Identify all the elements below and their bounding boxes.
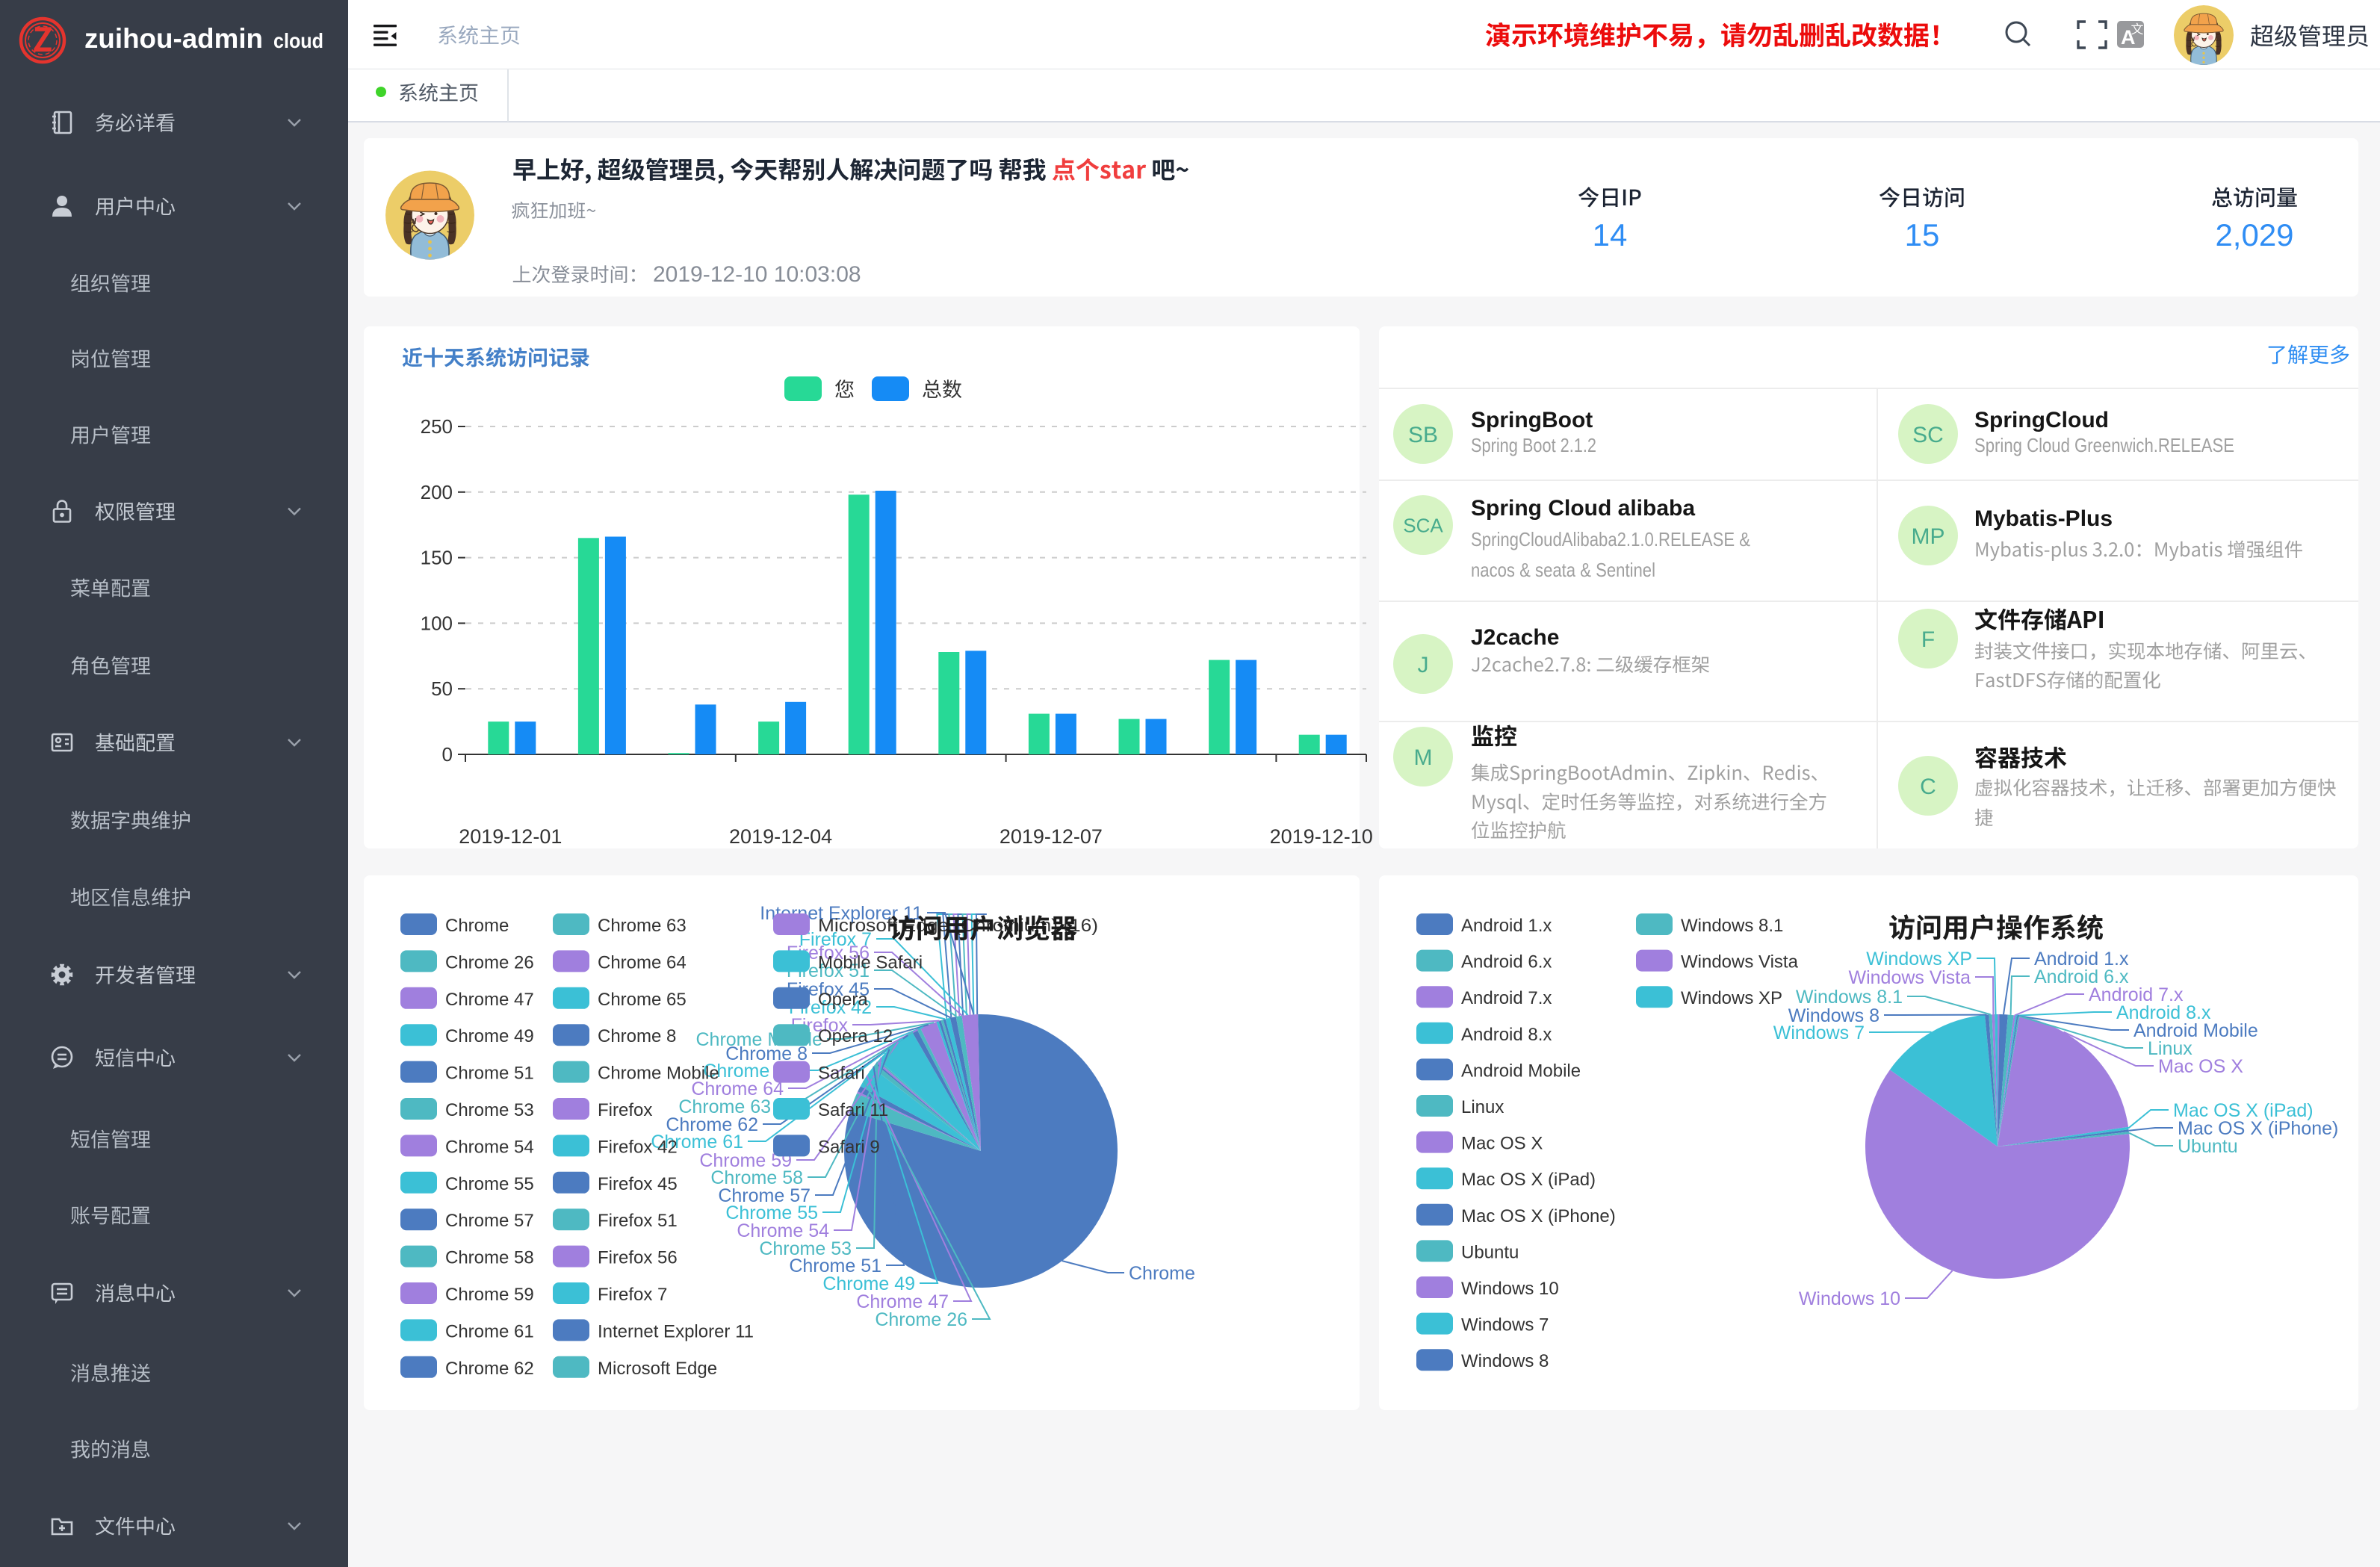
svg-text:Chrome 51: Chrome 51 [445,1064,534,1084]
svg-text:Chrome 26: Chrome 26 [875,1309,967,1330]
svg-text:Chrome 59: Chrome 59 [445,1285,534,1305]
svg-text:2,029: 2,029 [2215,217,2293,252]
svg-text:Windows XP: Windows XP [1866,949,1972,969]
svg-text:Chrome 54: Chrome 54 [445,1137,534,1157]
svg-text:Spring Cloud alibaba: Spring Cloud alibaba [1471,496,1695,521]
svg-text:Windows XP: Windows XP [1681,988,1782,1008]
svg-text:Chrome: Chrome [445,916,509,936]
svg-text:J: J [1418,653,1429,677]
svg-text:Internet Explorer 11: Internet Explorer 11 [598,1321,754,1341]
svg-text:2019-12-04: 2019-12-04 [729,825,832,848]
svg-text:Mac OS X (iPhone): Mac OS X (iPhone) [1461,1206,1616,1226]
svg-text:Opera: Opera [818,990,868,1010]
svg-text:2019-12-10: 2019-12-10 [1270,825,1373,848]
svg-text:2019-12-07: 2019-12-07 [1000,825,1103,848]
svg-text:zuihou-admin: zuihou-admin [84,23,263,54]
svg-text:Chrome 65: Chrome 65 [598,990,687,1010]
svg-text:Ubuntu: Ubuntu [1461,1242,1519,1262]
svg-text:Chrome 58: Chrome 58 [445,1248,534,1268]
svg-text:SC: SC [1912,423,1944,447]
svg-text:SpringBoot: SpringBoot [1471,408,1593,432]
svg-text:150: 150 [421,547,453,569]
svg-text:Mac OS X (iPad): Mac OS X (iPad) [1461,1170,1596,1190]
svg-text:Mac OS X: Mac OS X [1461,1134,1543,1154]
svg-text:F: F [1921,627,1935,652]
svg-text:Microsoft Edge: Microsoft Edge [598,1359,717,1379]
svg-text:Chrome 8: Chrome 8 [598,1026,676,1046]
svg-text:SCA: SCA [1403,514,1443,536]
svg-text:Spring Cloud Greenwich.RELEASE: Spring Cloud Greenwich.RELEASE [1974,434,2234,456]
svg-text:Firefox 51: Firefox 51 [598,1211,678,1231]
svg-text:Mobile Safari: Mobile Safari [818,952,923,972]
svg-text:C: C [1920,775,1936,799]
svg-text:Firefox: Firefox [598,1100,652,1120]
svg-text:Mybatis-Plus: Mybatis-Plus [1974,506,2113,531]
svg-text:Chrome 57: Chrome 57 [445,1211,534,1231]
svg-text:J2cache: J2cache [1471,625,1559,650]
svg-text:Android Mobile: Android Mobile [1461,1061,1581,1081]
svg-text:nacos & seata & Sentinel: nacos & seata & Sentinel [1471,559,1655,581]
svg-text:Chrome 63: Chrome 63 [598,916,687,936]
svg-text:0: 0 [442,743,453,766]
svg-text:100: 100 [421,612,453,634]
svg-text:Chrome 55: Chrome 55 [445,1174,534,1194]
svg-text:Ubuntu: Ubuntu [2178,1136,2238,1157]
svg-text:M: M [1414,745,1433,770]
svg-text:Mac OS X: Mac OS X [2158,1056,2243,1077]
svg-text:Safari: Safari [818,1064,865,1084]
svg-text:Opera 12: Opera 12 [818,1026,893,1046]
svg-text:Windows 10: Windows 10 [1461,1279,1559,1299]
svg-text:Chrome 62: Chrome 62 [445,1359,534,1379]
svg-text:200: 200 [421,481,453,503]
svg-text:SpringCloudAlibaba2.1.0.RELEAS: SpringCloudAlibaba2.1.0.RELEASE & [1471,528,1750,550]
svg-text:250: 250 [421,415,453,438]
svg-text:Windows 8.1: Windows 8.1 [1796,987,1903,1008]
svg-text:2019-12-10 10:03:08: 2019-12-10 10:03:08 [653,262,861,287]
svg-text:Windows 8.1: Windows 8.1 [1681,916,1783,936]
svg-text:A: A [2121,26,2136,49]
svg-text:Chrome 61: Chrome 61 [445,1321,534,1341]
svg-text:Chrome 26: Chrome 26 [445,952,534,972]
svg-text:Windows Vista: Windows Vista [1849,967,1971,988]
svg-text:Android 6.x: Android 6.x [1461,952,1552,972]
svg-text:Firefox 7: Firefox 7 [598,1285,667,1305]
svg-text:Windows Vista: Windows Vista [1681,952,1799,972]
svg-text:14: 14 [1593,217,1628,252]
svg-text:Windows 7: Windows 7 [1461,1315,1549,1335]
svg-text:Chrome 47: Chrome 47 [445,990,534,1010]
svg-text:Android 1.x: Android 1.x [1461,916,1552,936]
svg-text:Windows 7: Windows 7 [1773,1023,1865,1043]
svg-text:SB: SB [1408,423,1438,447]
svg-text:Chrome 64: Chrome 64 [598,952,687,972]
svg-text:2019-12-01: 2019-12-01 [459,825,562,848]
svg-text:Windows 10: Windows 10 [1799,1288,1900,1309]
svg-text:Firefox 42: Firefox 42 [598,1137,678,1157]
svg-text:Windows 8: Windows 8 [1461,1351,1549,1371]
svg-text:Android 8.x: Android 8.x [1461,1025,1552,1045]
svg-text:Android 7.x: Android 7.x [1461,988,1552,1008]
svg-text:MP: MP [1912,524,1945,549]
svg-text:Chrome 49: Chrome 49 [445,1026,534,1046]
svg-text:Chrome Mobile: Chrome Mobile [598,1064,719,1084]
svg-text:Chrome 53: Chrome 53 [445,1100,534,1120]
svg-text:Spring Boot 2.1.2: Spring Boot 2.1.2 [1471,434,1596,456]
svg-text:SpringCloud: SpringCloud [1974,408,2109,432]
svg-text:cloud: cloud [273,29,323,52]
svg-text:15: 15 [1905,217,1940,252]
svg-text:Firefox 45: Firefox 45 [598,1174,678,1194]
svg-text:Safari 11: Safari 11 [818,1100,888,1120]
svg-text:Safari 9: Safari 9 [818,1137,880,1157]
svg-text:Chrome: Chrome [1129,1263,1195,1284]
svg-text:Linux: Linux [1461,1097,1504,1117]
svg-text:Firefox 56: Firefox 56 [598,1248,678,1268]
svg-text:50: 50 [431,677,453,700]
